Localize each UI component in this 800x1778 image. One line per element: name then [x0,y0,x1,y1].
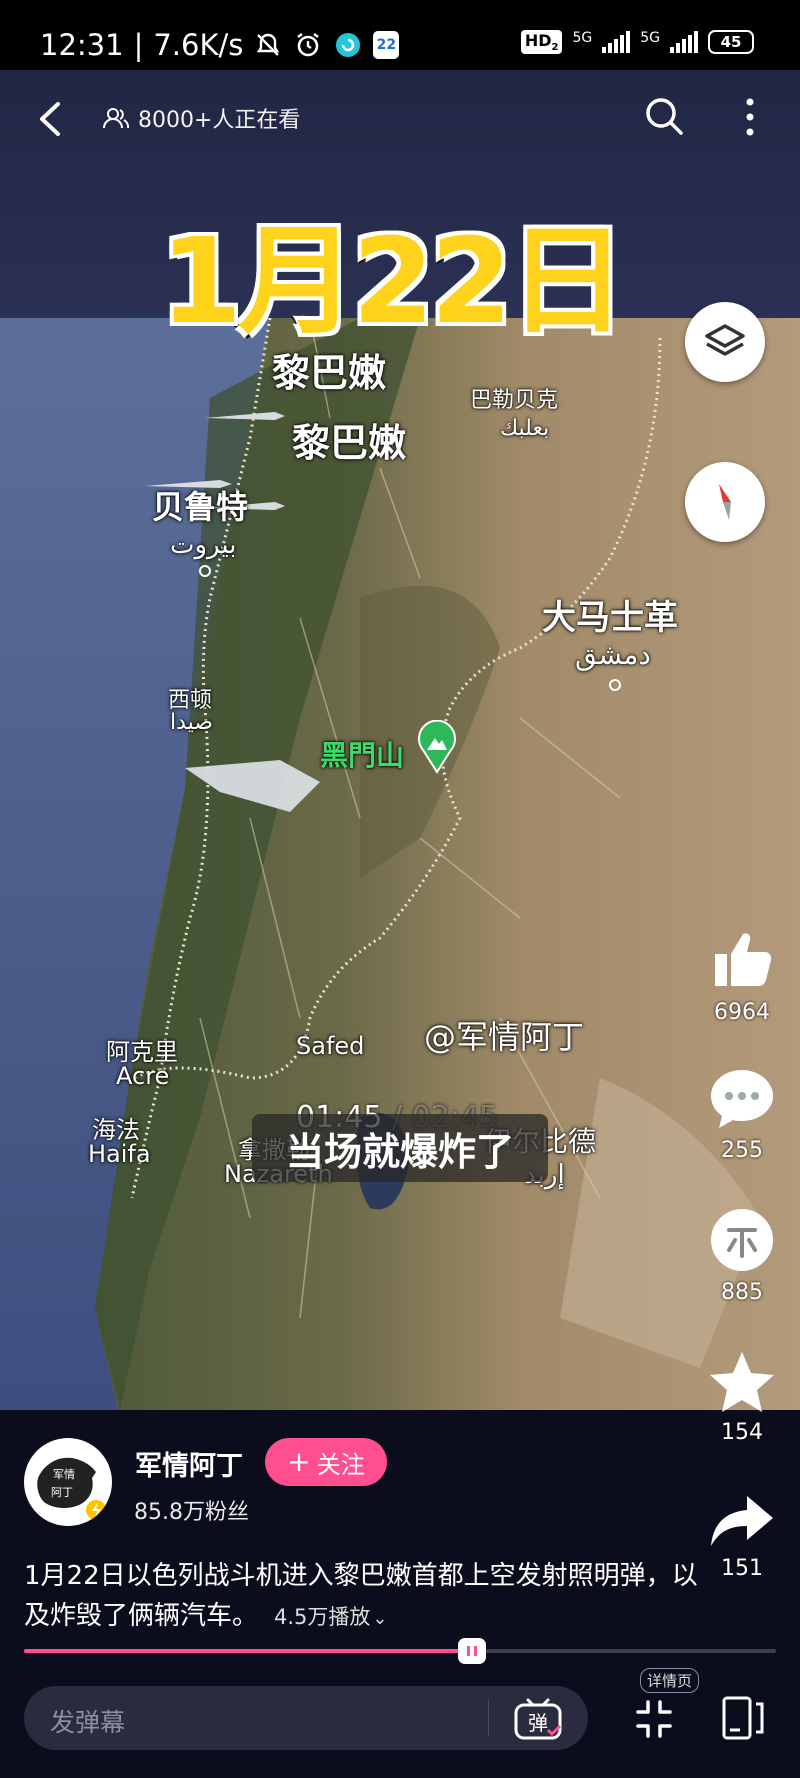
map-label: 黑門山 [320,739,405,772]
map-label: Haifa [88,1140,151,1168]
progress-bar[interactable] [24,1638,776,1664]
share-button[interactable]: 151 [692,1490,792,1581]
layers-button[interactable] [685,302,765,382]
status-left: 12:31 | 7.6K/s 22 [40,28,400,62]
view-count: 4.5万播放 [274,1605,371,1629]
svg-text:军情: 军情 [53,1468,75,1481]
app-notification-icon [333,30,363,60]
comment-icon [711,1070,773,1128]
network-type-1: 5G [572,30,593,46]
map-label: Safed [296,1032,365,1060]
favorite-count: 154 [721,1420,763,1445]
map-label: Acre [116,1062,170,1090]
follow-label: 关注 [316,1450,365,1479]
map-label: صيدا [170,710,213,735]
map-label: دمشق [575,638,651,671]
svg-text:弹: 弹 [528,1711,548,1735]
coin-icon [711,1209,773,1271]
coin-button[interactable]: 885 [692,1206,792,1305]
divider [488,1700,489,1736]
detail-page-icon[interactable] [718,1694,768,1742]
status-right: HD2 5G 5G 45 [520,30,754,55]
share-count: 151 [721,1556,763,1581]
author-avatar[interactable]: 军情 阿丁 [24,1438,112,1526]
signal-icon-2 [670,31,698,54]
map-label: بيروت [170,530,237,560]
people-icon [103,108,130,129]
date-title-overlay: 1月22日 [157,209,629,353]
expand-chevron-icon[interactable]: ⌄ [372,1608,387,1629]
avatar-image: 军情 阿丁 [26,1440,110,1524]
compass-icon [719,484,731,520]
layers-icon [705,324,745,356]
network-speed: 7.6K/s [153,28,244,62]
city-dot-icon [609,679,621,691]
back-button[interactable] [30,94,70,144]
signal-icon [602,31,631,54]
clock: 12:31 [40,28,124,62]
top-nav: 8000+人正在看 [0,70,800,170]
video-player[interactable]: 1月22日 黎巴嫩 黎巴嫩 巴勒贝克 بعلبك 贝鲁特 بيروت 大马士革 … [0,70,800,1410]
viewer-count-text: 8000+人正在看 [138,108,301,133]
map-label: 大马士革 [542,598,678,638]
map-label: 黎巴嫩 [292,421,407,465]
star-icon [710,1352,774,1412]
like-button[interactable]: 6964 [692,924,792,1025]
network-type-2: 5G [640,30,660,46]
thumbs-up-icon [715,933,772,986]
watermark: @军情阿丁 [424,1018,585,1056]
like-count: 6964 [714,1000,770,1025]
battery-icon: 45 [708,30,754,55]
status-bar: 12:31 | 7.6K/s 22 HD2 5G 5G 45 [0,0,800,70]
video-description[interactable]: 1月22日以色列战斗机进入黎巴嫩首都上空发射照明弹，以及炸毁了俩辆汽车。 4.5万… [24,1556,704,1639]
map-label: 贝鲁特 [152,488,249,526]
search-button[interactable] [640,92,688,140]
more-options-button[interactable] [735,92,765,142]
divider: | [133,28,144,62]
detail-page-tag: 详情页 [640,1668,700,1693]
map-pin-icon [418,720,456,774]
bell-off-icon [253,30,283,60]
video-subtitle: 当场就爆炸了 [252,1114,548,1182]
plus-icon: + [287,1445,311,1478]
author-name[interactable]: 军情阿丁 [135,1444,243,1483]
map-label: 黎巴嫩 [272,351,387,395]
alarm-icon [293,30,323,60]
satellite-map [0,318,800,1410]
danmu-input[interactable]: 发弹幕 弹 [24,1686,588,1750]
share-arrow-icon [711,1496,773,1546]
hd-voice-icon: HD2 [520,30,563,55]
danmu-placeholder: 发弹幕 [50,1708,126,1737]
danmu-toggle-button[interactable]: 弹 [512,1696,564,1742]
svg-text:阿丁: 阿丁 [51,1486,73,1499]
comment-button[interactable]: 255 [692,1066,792,1163]
follow-button[interactable]: + 关注 [265,1438,387,1486]
progress-handle[interactable] [458,1638,487,1664]
calendar-icon: 22 [373,31,400,59]
coin-count: 885 [721,1280,763,1305]
city-dot-icon [199,565,211,577]
fan-count: 85.8万粉丝 [134,1500,249,1525]
favorite-button[interactable]: 154 [692,1348,792,1445]
progress-fill [24,1649,473,1653]
comment-count: 255 [721,1138,763,1163]
viewer-count: 8000+人正在看 [102,102,300,134]
map-label: 巴勒贝克 [470,388,559,413]
map-label: بعلبك [500,416,550,441]
exit-fullscreen-icon[interactable] [634,1698,674,1740]
compass-button[interactable] [685,462,765,542]
